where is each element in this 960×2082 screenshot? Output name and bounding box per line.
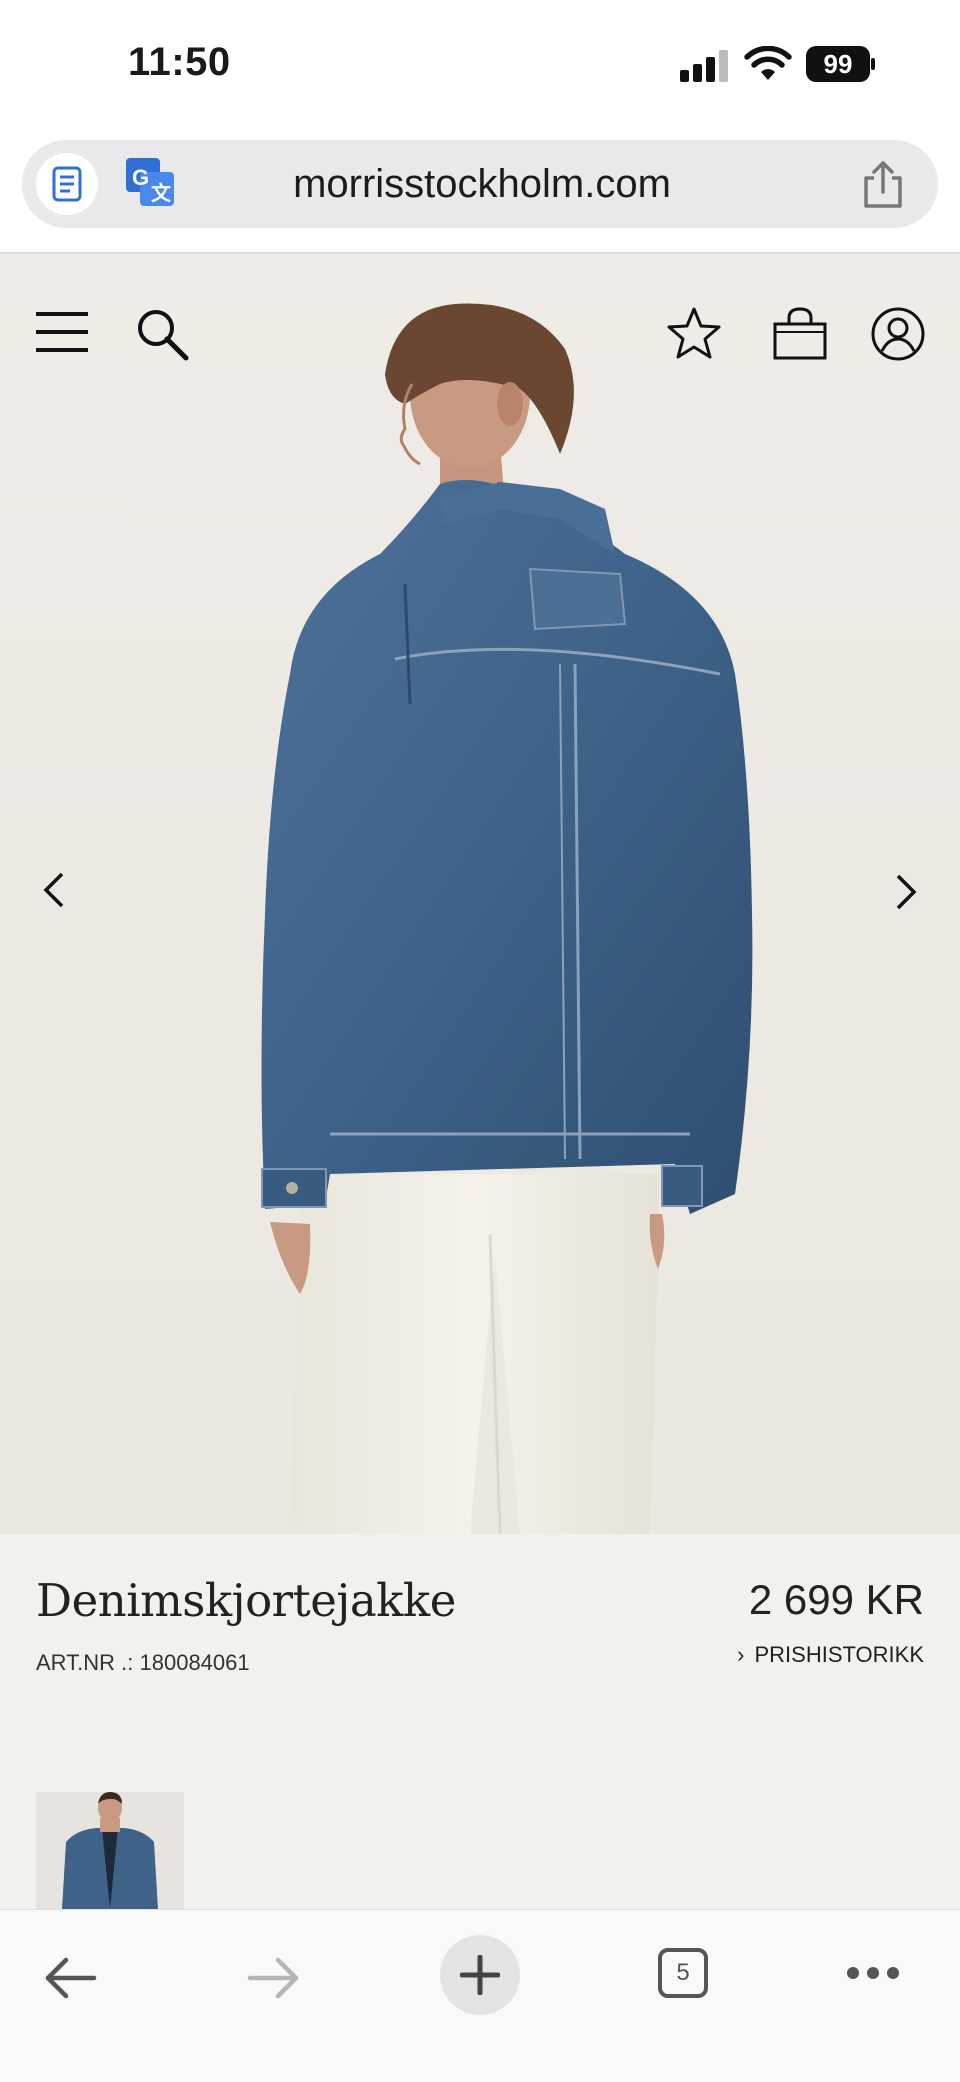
search-icon[interactable]: [134, 306, 190, 362]
product-info: Denimskjortejakke ART.NR .: 180084061 2 …: [0, 1534, 960, 1909]
tabs-count: 5: [676, 1959, 690, 1986]
address-bar[interactable]: G 文 morrisstockholm.com: [22, 140, 938, 228]
favorite-star-icon[interactable]: [666, 306, 722, 362]
wifi-icon: [744, 46, 792, 80]
tabs-button[interactable]: 5: [658, 1948, 708, 1998]
product-photo: [261, 303, 753, 1534]
battery-level: 99: [823, 49, 853, 79]
share-icon[interactable]: [860, 160, 906, 210]
status-bar: 11:50 99: [0, 0, 960, 130]
price-history-link[interactable]: › PRISHISTORIKK: [737, 1642, 924, 1668]
new-tab-button[interactable]: [440, 1935, 520, 2015]
back-arrow-icon[interactable]: [42, 1954, 98, 2002]
chevron-right-icon: ›: [737, 1642, 745, 1667]
battery-icon: 99: [806, 46, 876, 82]
price-history-label: PRISHISTORIKK: [754, 1642, 924, 1667]
chevron-right-icon[interactable]: [890, 872, 920, 912]
product-price: 2 699 KR: [748, 1576, 924, 1623]
svg-text:文: 文: [151, 181, 172, 205]
reader-button[interactable]: [36, 153, 98, 215]
menu-icon[interactable]: [34, 308, 90, 356]
reader-icon: [52, 166, 82, 202]
plus-icon: [460, 1955, 500, 1995]
svg-text:G: G: [132, 165, 149, 190]
browser-toolbar: 5: [0, 1909, 960, 2082]
product-title: Denimskjortejakke: [36, 1574, 456, 1627]
thumbnail-photo: [36, 1792, 184, 1909]
shopping-bag-icon[interactable]: [772, 306, 828, 362]
gallery-thumbnail[interactable]: [36, 1792, 184, 1909]
article-number: ART.NR .: 180084061: [36, 1650, 250, 1675]
account-icon[interactable]: [870, 306, 926, 362]
chevron-left-icon[interactable]: [40, 870, 70, 910]
product-image-gallery[interactable]: [0, 254, 960, 1534]
status-time: 11:50: [128, 40, 231, 84]
signal-icon: [680, 50, 728, 82]
translate-icon[interactable]: G 文: [126, 158, 174, 208]
forward-arrow-icon[interactable]: [246, 1954, 302, 2002]
more-icon[interactable]: [846, 1964, 900, 1982]
url-text[interactable]: morrisstockholm.com: [192, 162, 772, 207]
